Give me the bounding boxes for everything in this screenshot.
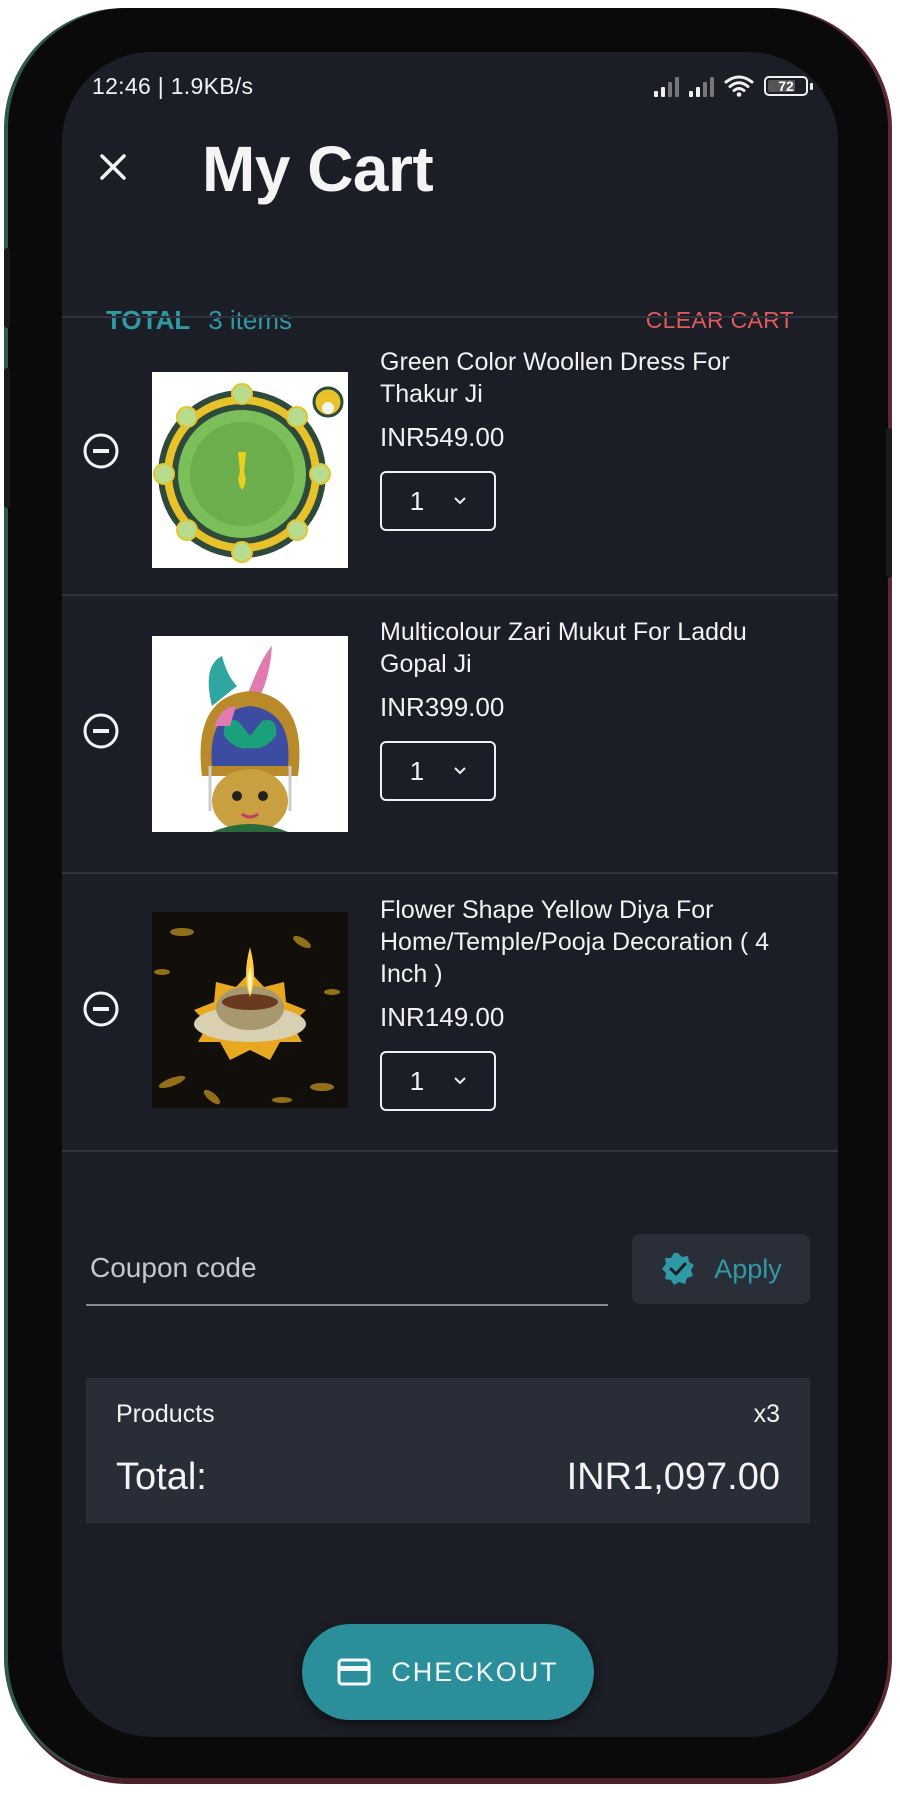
signal-icon xyxy=(689,75,714,97)
verified-badge-icon xyxy=(662,1253,695,1285)
battery-icon: 72 xyxy=(764,76,813,96)
item-price: INR549.00 xyxy=(380,422,505,452)
chevron-down-icon xyxy=(454,1077,466,1085)
green-woollen-dress-image[interactable] xyxy=(152,372,348,568)
quantity-select[interactable]: 1 xyxy=(380,1051,496,1111)
item-info: Multicolour Zari Mukut For Laddu Gopal J… xyxy=(380,616,808,801)
products-label: Products xyxy=(116,1400,215,1428)
cart-item: Multicolour Zari Mukut For Laddu Gopal J… xyxy=(62,594,838,872)
cart-item: Flower Shape Yellow Diya For Home/Temple… xyxy=(62,872,838,1152)
app-screen: 12:46 | 1.9KB/s 72 My Cart TOTAL 3 items… xyxy=(62,52,838,1737)
apply-coupon-button[interactable]: Apply xyxy=(632,1234,810,1304)
quantity-select[interactable]: 1 xyxy=(380,471,496,531)
quantity-value: 1 xyxy=(409,1065,425,1096)
total-label: Total: xyxy=(116,1456,207,1498)
signal-icon xyxy=(654,75,679,97)
apply-label: Apply xyxy=(714,1253,782,1284)
credit-card-icon xyxy=(337,1658,371,1686)
close-icon[interactable] xyxy=(96,150,130,184)
item-info: Green Color Woollen Dress For Thakur Ji … xyxy=(380,346,808,531)
remove-item-icon[interactable] xyxy=(82,990,120,1028)
status-bar: 12:46 | 1.9KB/s 72 xyxy=(92,66,813,106)
flower-diya-image[interactable] xyxy=(152,912,348,1108)
chevron-down-icon xyxy=(454,767,466,775)
quantity-select[interactable]: 1 xyxy=(380,741,496,801)
item-name[interactable]: Flower Shape Yellow Diya For Home/Temple… xyxy=(380,894,808,990)
coupon-field xyxy=(86,1232,608,1306)
phone-side-button xyxy=(4,248,10,328)
total-value: INR1,097.00 xyxy=(566,1456,780,1498)
cart-item: Green Color Woollen Dress For Thakur Ji … xyxy=(62,316,838,594)
remove-item-icon[interactable] xyxy=(82,432,120,470)
quantity-value: 1 xyxy=(409,485,425,516)
item-price: INR399.00 xyxy=(380,692,505,722)
status-icons: 72 xyxy=(654,74,813,98)
remove-item-icon[interactable] xyxy=(82,712,120,750)
battery-level: 72 xyxy=(778,78,794,94)
item-info: Flower Shape Yellow Diya For Home/Temple… xyxy=(380,894,808,1111)
zari-mukut-image[interactable] xyxy=(152,636,348,832)
status-time: 12:46 | 1.9KB/s xyxy=(92,72,254,99)
order-summary: Products x3 Total: INR1,097.00 xyxy=(86,1378,810,1523)
checkout-label: CHECKOUT xyxy=(391,1656,559,1687)
item-name[interactable]: Green Color Woollen Dress For Thakur Ji xyxy=(380,346,808,410)
header: My Cart xyxy=(62,122,838,212)
phone-side-button xyxy=(4,368,10,508)
cart-items-list: Green Color Woollen Dress For Thakur Ji … xyxy=(62,316,838,1152)
item-price: INR149.00 xyxy=(380,1002,505,1032)
wifi-icon xyxy=(724,75,754,97)
page-title: My Cart xyxy=(202,133,434,205)
quantity-value: 1 xyxy=(409,755,425,786)
item-name[interactable]: Multicolour Zari Mukut For Laddu Gopal J… xyxy=(380,616,808,680)
products-count: x3 xyxy=(753,1400,780,1428)
checkout-button[interactable]: CHECKOUT xyxy=(302,1624,594,1720)
chevron-down-icon xyxy=(454,497,466,505)
phone-side-button xyxy=(886,428,892,578)
coupon-code-input[interactable] xyxy=(86,1232,608,1304)
